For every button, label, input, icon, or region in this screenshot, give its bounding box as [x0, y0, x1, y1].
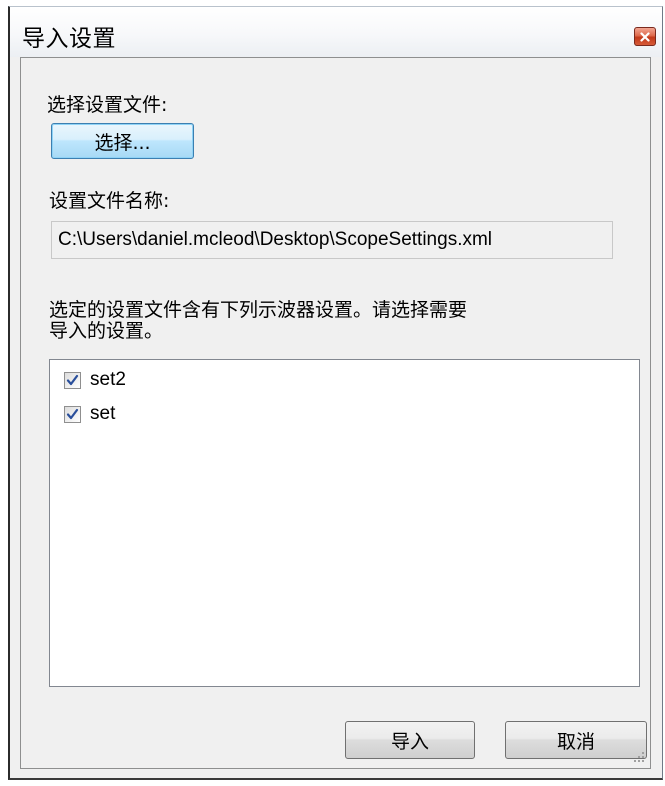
checkmark-icon: [66, 408, 79, 419]
filename-label: 设置文件名称:: [49, 190, 170, 212]
dialog-body: 选择设置文件: 选择... 设置文件名称: C:\Users\daniel.mc…: [20, 57, 651, 769]
settings-description-line2: 导入的设置。: [49, 320, 164, 342]
list-item-label: set: [90, 403, 116, 424]
close-icon: [640, 31, 650, 42]
title-bar[interactable]: 导入设置: [10, 7, 662, 57]
settings-listbox[interactable]: set2 set: [49, 359, 640, 687]
settings-description-line1: 选定的设置文件含有下列示波器设置。请选择需要: [49, 299, 468, 321]
close-button[interactable]: [634, 27, 656, 46]
list-item[interactable]: set2: [64, 368, 126, 392]
import-settings-dialog: 导入设置 选择设置文件: 选择... 设置文件名称: C:\Users\dani…: [8, 6, 663, 780]
set-checkbox[interactable]: [64, 405, 81, 423]
settings-description: 选定的设置文件含有下列示波器设置。请选择需要 导入的设置。: [49, 300, 629, 342]
checkmark-icon: [66, 374, 79, 385]
select-file-button[interactable]: 选择...: [51, 123, 194, 159]
list-item-label: set2: [90, 369, 126, 390]
cancel-button[interactable]: 取消: [505, 721, 647, 759]
resize-grip-icon[interactable]: [632, 750, 646, 764]
import-button[interactable]: 导入: [345, 721, 475, 759]
set2-checkbox[interactable]: [64, 371, 81, 389]
list-item[interactable]: set: [64, 402, 115, 426]
dialog-title: 导入设置: [22, 26, 116, 52]
settings-filename-field[interactable]: C:\Users\daniel.mcleod\Desktop\ScopeSett…: [51, 221, 613, 259]
select-file-label: 选择设置文件:: [47, 94, 168, 116]
